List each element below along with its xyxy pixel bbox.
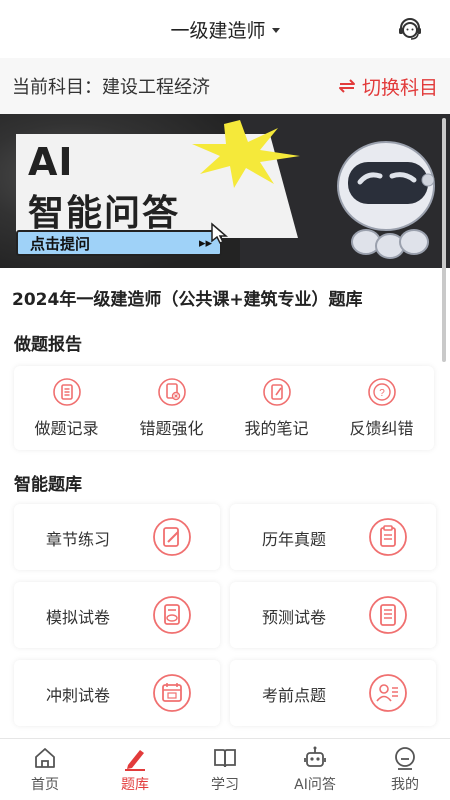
- report-item-wrong[interactable]: 错题强化: [119, 366, 224, 450]
- report-card: 做题记录 错题强化 我的笔记 ? 反馈纠错: [14, 366, 434, 450]
- profile-icon: [395, 747, 415, 770]
- bank-card-past-exams[interactable]: 历年真题: [230, 504, 436, 570]
- bank-card-key-points[interactable]: 考前点题: [230, 660, 436, 726]
- robot-icon: [304, 746, 326, 767]
- score-paper-icon: [153, 596, 191, 634]
- tab-ai-qa[interactable]: AI问答: [270, 739, 360, 800]
- tab-label: AI问答: [294, 777, 336, 793]
- bank-card-mock[interactable]: 模拟试卷: [14, 582, 220, 648]
- tab-study[interactable]: 学习: [180, 739, 270, 800]
- switch-icon: [338, 79, 355, 93]
- note-icon: [262, 378, 291, 406]
- question-icon: ?: [367, 378, 396, 406]
- subject-bar: 当前科目：建设工程经济 切换科目: [0, 58, 450, 114]
- tab-home[interactable]: 首页: [0, 739, 90, 800]
- bank-card-label: 冲刺试卷: [46, 686, 111, 705]
- cursor-icon: [211, 222, 229, 244]
- banner-title-line2: 智能问答: [28, 193, 181, 234]
- bank-card-predict[interactable]: 预测试卷: [230, 582, 436, 648]
- bank-card-label: 章节练习: [46, 530, 111, 549]
- burst-icon: [192, 120, 300, 188]
- current-subject: 当前科目：建设工程经济: [12, 77, 210, 98]
- list-paper-icon: [369, 596, 407, 634]
- list-doc-icon: [52, 378, 81, 406]
- report-item-feedback[interactable]: ? 反馈纠错: [329, 366, 434, 450]
- bank-card-label: 考前点题: [262, 686, 327, 705]
- caret-down-icon: [271, 28, 280, 33]
- book-icon: [214, 749, 236, 768]
- pen-icon: [125, 750, 145, 771]
- bank-card-label: 预测试卷: [262, 608, 327, 627]
- report-item-notes[interactable]: 我的笔记: [224, 366, 329, 450]
- calendar-icon: [153, 674, 191, 712]
- app-header: 一级建造师: [0, 0, 450, 58]
- person-list-icon: [369, 674, 407, 712]
- switch-subject-label: 切换科目: [361, 76, 438, 99]
- question-bank-title: 2024年一级建造师（公共课+建筑专业）题库: [12, 290, 363, 310]
- tab-label: 学习: [211, 777, 239, 793]
- ask-question-label: 点击提问: [30, 234, 91, 253]
- banner-title-line1: AI: [28, 140, 74, 184]
- main-content: 2024年一级建造师（公共课+建筑专业）题库 做题报告 做题记录 错题强化 我的…: [0, 268, 450, 738]
- smart-bank-section-title: 智能题库: [14, 475, 82, 495]
- ask-question-button[interactable]: 点击提问 ▸▸: [16, 230, 222, 256]
- home-icon: [35, 748, 55, 768]
- report-section-title: 做题报告: [14, 335, 82, 355]
- bank-card-label: 历年真题: [262, 530, 327, 549]
- customer-service-icon[interactable]: [396, 16, 424, 44]
- tab-label: 首页: [31, 777, 59, 793]
- switch-subject-button[interactable]: 切换科目: [336, 73, 438, 100]
- report-item-records[interactable]: 做题记录: [14, 366, 119, 450]
- report-label: 我的笔记: [244, 419, 309, 438]
- wrong-doc-icon: [157, 378, 186, 406]
- bank-card-label: 模拟试卷: [46, 608, 111, 627]
- report-label: 错题强化: [139, 419, 204, 438]
- tab-mine[interactable]: 我的: [360, 739, 450, 800]
- clipboard-icon: [369, 518, 407, 556]
- svg-text:?: ?: [379, 388, 385, 399]
- tab-label: 我的: [391, 777, 419, 793]
- tab-label: 题库: [121, 777, 149, 793]
- bottom-tab-bar: 首页 题库 学习 AI问答 我的: [0, 738, 450, 800]
- header-title: 一级建造师: [170, 19, 266, 42]
- pencil-icon: [153, 518, 191, 556]
- exam-selector[interactable]: 一级建造师: [170, 16, 280, 43]
- report-label: 做题记录: [34, 419, 99, 438]
- bank-card-chapter[interactable]: 章节练习: [14, 504, 220, 570]
- bank-card-sprint[interactable]: 冲刺试卷: [14, 660, 220, 726]
- tab-question-bank[interactable]: 题库: [90, 739, 180, 800]
- scrollbar[interactable]: [442, 118, 446, 362]
- robot-mascot-icon: [337, 141, 435, 259]
- report-label: 反馈纠错: [349, 419, 414, 438]
